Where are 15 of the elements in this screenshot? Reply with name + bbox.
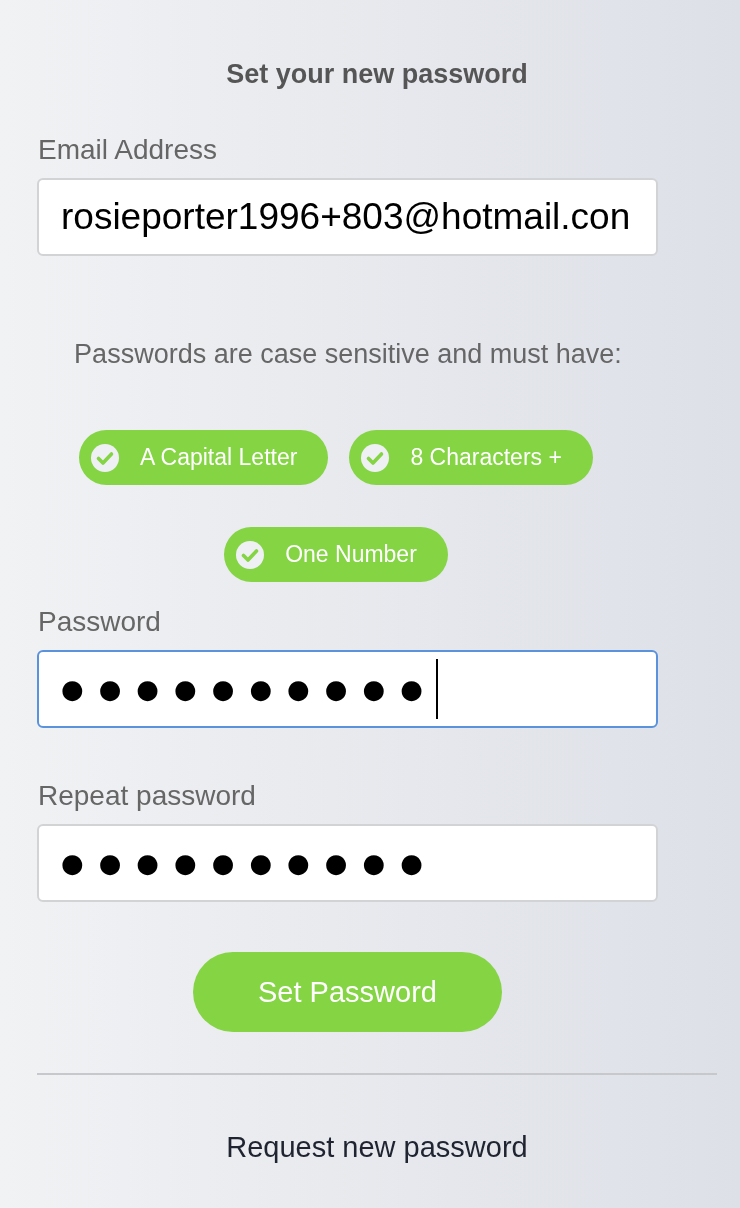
password-field[interactable]: ●●●●●●●●●●	[37, 650, 658, 728]
page-title: Set your new password	[225, 58, 529, 90]
requirement-label: One Number	[285, 541, 417, 568]
check-circle-icon	[361, 443, 390, 472]
check-circle-icon	[91, 443, 120, 472]
requirement-label: A Capital Letter	[140, 444, 298, 471]
password-rules-text: Passwords are case sensitive and must have:	[74, 338, 622, 371]
field-label: Email Address	[38, 133, 217, 167]
field-label: Password	[38, 605, 162, 639]
field-label: Repeat password	[38, 779, 257, 813]
requirement-label: 8 Characters +	[410, 444, 562, 471]
email-field[interactable]: rosieporter1996+803@hotmail.con	[37, 178, 658, 256]
request-new-password-link[interactable]: Request new password	[226, 1130, 528, 1165]
repeat-password-field[interactable]: ●●●●●●●●●●	[37, 824, 658, 902]
check-circle-icon	[236, 540, 265, 569]
